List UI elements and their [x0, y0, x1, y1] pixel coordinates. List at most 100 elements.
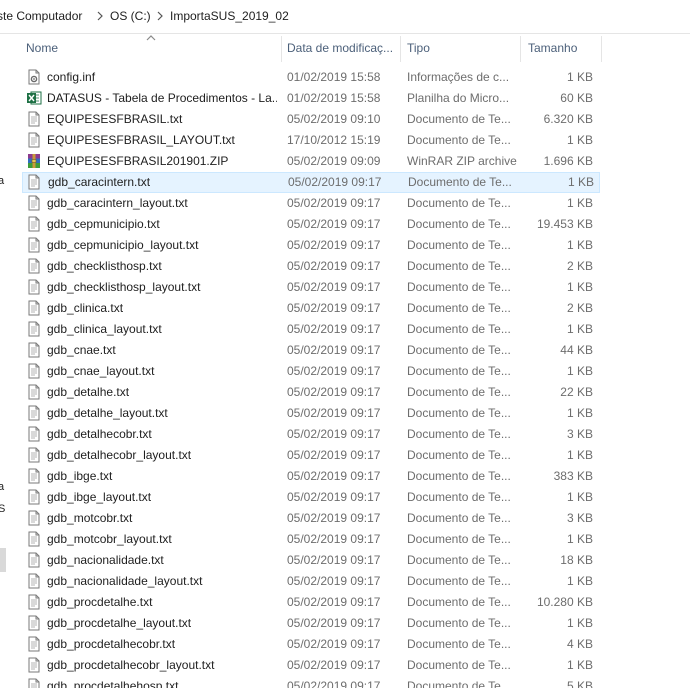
file-date-modified: 05/02/2019 09:17 — [287, 574, 381, 588]
file-size: 3 KB — [566, 427, 593, 441]
file-name: EQUIPESESFBRASIL_LAYOUT.txt — [47, 133, 235, 147]
nav-item-fragment[interactable]: S — [0, 503, 5, 515]
column-headers: Nome Data de modificaç... Tipo Tamanho — [0, 34, 690, 64]
file-name: gdb_cnae_layout.txt — [47, 364, 155, 378]
column-divider[interactable] — [520, 36, 521, 62]
file-row[interactable]: gdb_ibge.txt 05/02/2019 09:17 Documento de… — [22, 466, 600, 487]
file-date-modified: 05/02/2019 09:17 — [287, 511, 381, 525]
text-file-icon — [26, 426, 42, 442]
file-row[interactable]: gdb_cepmunicipio_layout.txt 05/02/2019 09… — [22, 235, 600, 256]
file-date-modified: 05/02/2019 09:17 — [287, 637, 381, 651]
breadcrumb-drive[interactable]: OS (C:) — [110, 9, 151, 23]
column-divider[interactable] — [281, 36, 282, 62]
file-row[interactable]: gdb_detalhe_layout.txt 05/02/2019 09:17 Do… — [22, 403, 600, 424]
config-file-icon — [26, 69, 42, 85]
file-type: Documento de Te... — [407, 343, 511, 357]
file-size: 1 KB — [566, 238, 593, 252]
text-file-icon — [26, 321, 42, 337]
file-row[interactable]: gdb_procdetalhe.txt 05/02/2019 09:17 Docum… — [22, 592, 600, 613]
file-size: 1 KB — [566, 406, 593, 420]
text-file-icon — [26, 468, 42, 484]
file-row[interactable]: gdb_ibge_layout.txt 05/02/2019 09:17 Docum… — [22, 487, 600, 508]
file-row[interactable]: gdb_detalhecobr_layout.txt 05/02/2019 09:… — [22, 445, 600, 466]
file-row[interactable]: EQUIPESESFBRASIL201901.ZIP 05/02/2019 09:… — [22, 151, 600, 172]
file-row[interactable]: gdb_detalhecobr.txt 05/02/2019 09:17 Docum… — [22, 424, 600, 445]
text-file-icon — [26, 342, 42, 358]
file-row[interactable]: gdb_caracintern_layout.txt 05/02/2019 09:… — [22, 193, 600, 214]
file-name: gdb_detalhe_layout.txt — [47, 406, 168, 420]
file-size: 2 KB — [566, 259, 593, 273]
file-type: Documento de Te... — [407, 385, 511, 399]
file-row[interactable]: EQUIPESESFBRASIL.txt 05/02/2019 09:10 Docu… — [22, 109, 600, 130]
file-name: EQUIPESESFBRASIL.txt — [47, 112, 183, 126]
file-type: Documento de Te... — [407, 595, 511, 609]
file-date-modified: 01/02/2019 15:58 — [287, 70, 381, 84]
file-date-modified: 05/02/2019 09:17 — [287, 217, 381, 231]
file-row[interactable]: gdb_detalhe.txt 05/02/2019 09:17 Documento… — [22, 382, 600, 403]
text-file-icon — [26, 573, 42, 589]
file-type: Documento de Te... — [407, 511, 511, 525]
file-date-modified: 05/02/2019 09:10 — [287, 112, 381, 126]
file-date-modified: 05/02/2019 09:17 — [287, 301, 381, 315]
file-size: 10.280 KB — [536, 595, 593, 609]
file-row[interactable]: gdb_cnae.txt 05/02/2019 09:17 Documento de… — [22, 340, 600, 361]
file-name: gdb_detalhecobr.txt — [47, 427, 152, 441]
text-file-icon — [26, 531, 42, 547]
text-file-icon — [26, 657, 42, 673]
file-row[interactable]: gdb_procdetalhecobr_layout.txt 05/02/2019… — [22, 655, 600, 676]
file-row[interactable]: EQUIPESESFBRASIL_LAYOUT.txt 17/10/2012 15… — [22, 130, 600, 151]
file-size: 19.453 KB — [536, 217, 593, 231]
file-date-modified: 17/10/2012 15:19 — [287, 133, 381, 147]
file-row[interactable]: config.inf 01/02/2019 15:58 Informações de… — [22, 67, 600, 88]
file-size: 1 KB — [566, 133, 593, 147]
file-row[interactable]: gdb_nacionalidade_layout.txt 05/02/2019 0… — [22, 571, 600, 592]
file-type: Documento de Te... — [407, 364, 511, 378]
nav-item-fragment[interactable]: a — [0, 175, 4, 187]
file-row[interactable]: gdb_cnae_layout.txt 05/02/2019 09:17 Docum… — [22, 361, 600, 382]
file-size: 3 KB — [566, 511, 593, 525]
file-name: gdb_cnae.txt — [47, 343, 116, 357]
file-row[interactable]: gdb_clinica.txt 05/02/2019 09:17 Documento… — [22, 298, 600, 319]
file-date-modified: 05/02/2019 09:17 — [287, 406, 381, 420]
file-date-modified: 05/02/2019 09:17 — [287, 490, 381, 504]
navigation-pane[interactable]: a a S — [0, 34, 9, 688]
file-name: DATASUS - Tabela de Procedimentos - La..… — [47, 91, 277, 105]
text-file-icon — [26, 132, 42, 148]
file-list[interactable]: config.inf 01/02/2019 15:58 Informações de… — [22, 67, 690, 688]
file-row[interactable]: gdb_motcobr_layout.txt 05/02/2019 09:17 Do… — [22, 529, 600, 550]
column-header-name[interactable]: Nome — [26, 41, 266, 55]
nav-selected-item[interactable] — [0, 548, 6, 572]
breadcrumb-chevron-icon[interactable] — [155, 10, 165, 22]
column-header-size[interactable]: Tamanho — [528, 41, 598, 55]
file-row[interactable]: gdb_nacionalidade.txt 05/02/2019 09:17 Doc… — [22, 550, 600, 571]
file-size: 6.320 KB — [543, 112, 593, 126]
file-name: gdb_motcobr.txt — [47, 511, 133, 525]
file-row[interactable]: gdb_checklisthosp_layout.txt 05/02/2019 0… — [22, 277, 600, 298]
file-row[interactable]: gdb_procdetalhe_layout.txt 05/02/2019 09:… — [22, 613, 600, 634]
column-divider[interactable] — [601, 36, 602, 62]
file-type: Documento de Te... — [407, 301, 511, 315]
file-row[interactable]: gdb_caracintern.txt 05/02/2019 09:17 Docum… — [22, 172, 600, 193]
text-file-icon — [26, 111, 42, 127]
column-header-type[interactable]: Tipo — [407, 41, 517, 55]
file-date-modified: 05/02/2019 09:17 — [287, 469, 381, 483]
file-row[interactable]: gdb_procdetalhecobr.txt 05/02/2019 09:17 D… — [22, 634, 600, 655]
file-row[interactable]: gdb_motcobr.txt 05/02/2019 09:17 Documento… — [22, 508, 600, 529]
file-row[interactable]: gdb_clinica_layout.txt 05/02/2019 09:17 Do… — [22, 319, 600, 340]
address-bar[interactable]: ste Computador OS (C:) ImportaSUS_2019_0… — [0, 0, 690, 34]
file-size: 5 KB — [566, 679, 593, 688]
column-divider[interactable] — [400, 36, 401, 62]
file-row[interactable]: gdb_checklisthosp.txt 05/02/2019 09:17 Doc… — [22, 256, 600, 277]
file-size: 60 KB — [560, 91, 593, 105]
file-row[interactable]: gdb_procdetalhehosp.txt 05/02/2019 09:17 D… — [22, 676, 600, 688]
nav-item-fragment[interactable]: a — [0, 481, 4, 493]
file-size: 1 KB — [566, 196, 593, 210]
column-header-date[interactable]: Data de modificaç... — [287, 41, 395, 55]
excel-file-icon — [26, 90, 42, 106]
breadcrumb-current-folder[interactable]: ImportaSUS_2019_02 — [170, 9, 289, 23]
file-row[interactable]: DATASUS - Tabela de Procedimentos - La..… — [22, 88, 600, 109]
breadcrumb-chevron-icon[interactable] — [95, 10, 105, 22]
file-date-modified: 05/02/2019 09:17 — [287, 385, 381, 399]
file-row[interactable]: gdb_cepmunicipio.txt 05/02/2019 09:17 Docu… — [22, 214, 600, 235]
breadcrumb-this-pc[interactable]: ste Computador — [0, 9, 82, 23]
